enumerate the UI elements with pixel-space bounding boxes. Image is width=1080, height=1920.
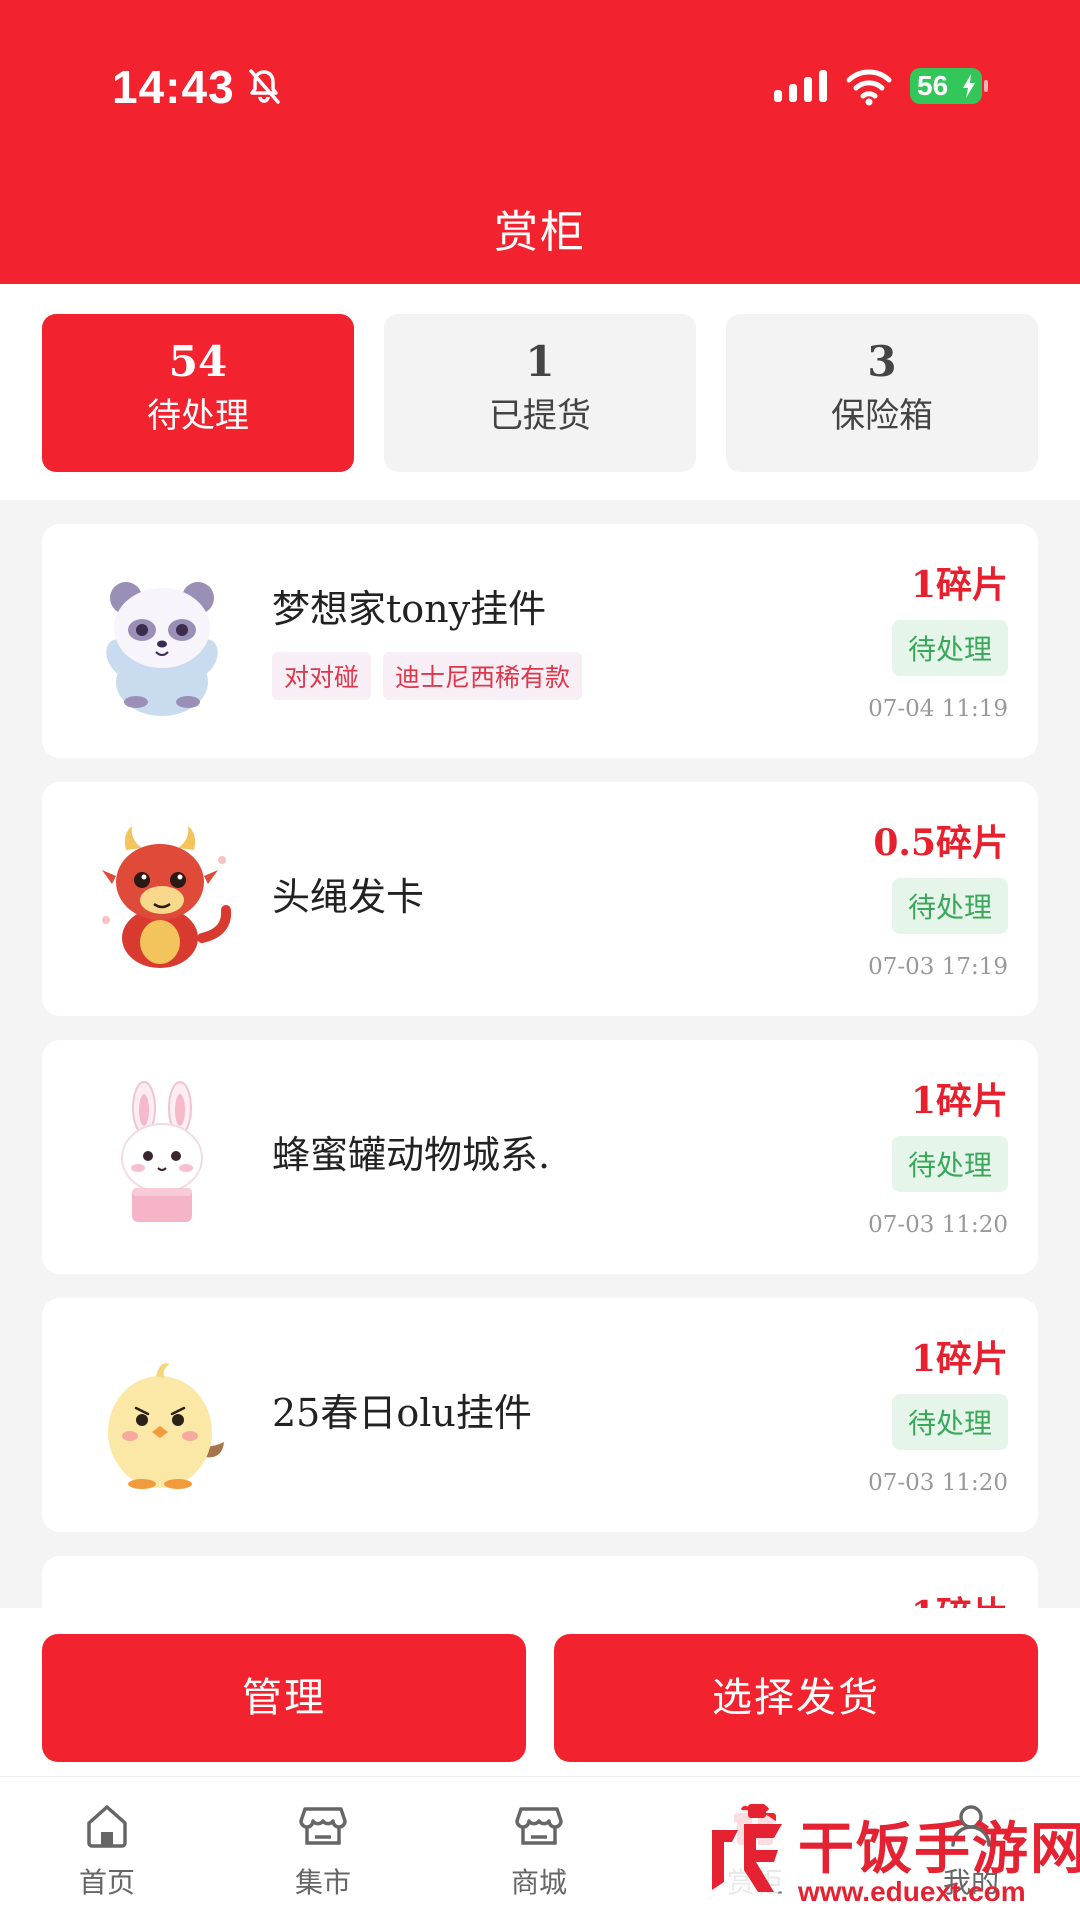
item-name: 梦想家tony挂件: [272, 587, 547, 631]
status-badge: 待处理: [891, 620, 1008, 676]
status-badge: 待处理: [891, 878, 1008, 934]
tab-safe-box[interactable]: 3 保险箱: [726, 314, 1038, 472]
nav-label: 商城: [510, 1866, 567, 1899]
battery-cap: [984, 80, 988, 92]
battery-level: 56: [917, 70, 949, 101]
charging-bolt-icon: [963, 74, 975, 98]
cell-signal-icon: [774, 70, 827, 102]
item-tags: 对对碰 迪士尼西稀有款: [272, 652, 583, 700]
chick-figure-icon: [108, 1363, 224, 1489]
action-bar: 管理 选择发货: [0, 1608, 1080, 1776]
tab-label: 保险箱: [831, 396, 933, 436]
wifi-icon: [846, 69, 892, 106]
nav-item-store[interactable]: 商城: [464, 1799, 614, 1901]
item-name: 蜂蜜罐动物城系.: [272, 1133, 551, 1177]
list-item[interactable]: 头绳发卡 0.5碎片 待处理 07-03 17:19: [42, 782, 1038, 1016]
nav-item-market[interactable]: 集市: [248, 1799, 398, 1901]
watermark-logo-icon: [697, 1804, 793, 1906]
item-price: 1碎片: [910, 1338, 1008, 1380]
partial-item-icon: [82, 1594, 242, 1608]
watermark-title: 干饭手游网: [798, 1817, 1080, 1882]
app-header: 14:43 56 赏柜: [0, 0, 1080, 284]
home-icon: [87, 1805, 127, 1848]
clock-time: 14:43: [112, 61, 235, 113]
tab-picked-up[interactable]: 1 已提货: [384, 314, 696, 472]
item-tag: 迪士尼西稀有款: [383, 652, 583, 700]
item-price: 1碎片: [911, 1586, 1008, 1608]
status-badge: 待处理: [891, 1394, 1008, 1450]
page-title: 赏柜: [494, 207, 586, 258]
tab-count: 1: [525, 337, 555, 386]
manage-button[interactable]: 管理: [42, 1634, 526, 1762]
item-list: 梦想家tony挂件 对对碰 迪士尼西稀有款 1碎片 待处理 07-04 11:1…: [0, 500, 1080, 1608]
list-item[interactable]: 1碎片: [42, 1556, 1038, 1608]
tab-count: 3: [867, 337, 897, 386]
item-price: 1碎片: [910, 564, 1008, 606]
bell-muted-icon: [249, 69, 280, 104]
tab-count: 54: [168, 337, 228, 386]
dragon-figure-icon: [102, 826, 232, 968]
item-date: 07-03 11:20: [868, 1470, 1008, 1496]
list-item[interactable]: 25春日olu挂件 1碎片 待处理 07-03 11:20: [42, 1298, 1038, 1532]
item-date: 07-03 11:20: [868, 1212, 1008, 1238]
tab-pending[interactable]: 54 待处理: [42, 314, 354, 472]
item-tag: 对对碰: [272, 652, 372, 700]
watermark-url: www.eduext.com: [798, 1876, 1026, 1907]
panda-figure-icon: [106, 582, 218, 716]
nav-label: 集市: [294, 1866, 351, 1899]
list-item[interactable]: 蜂蜜罐动物城系. 1碎片 待处理 07-03 11:20: [42, 1040, 1038, 1274]
item-price: 1碎片: [910, 1080, 1008, 1122]
item-date: 07-03 17:19: [868, 954, 1008, 980]
item-price: 0.5碎片: [873, 822, 1008, 864]
list-item[interactable]: 梦想家tony挂件 对对碰 迪士尼西稀有款 1碎片 待处理 07-04 11:1…: [42, 524, 1038, 758]
watermark: 干饭手游网 www.eduext.com: [680, 1796, 1080, 1920]
status-bar: 14:43 56: [0, 0, 1080, 180]
status-badge: 待处理: [891, 1136, 1008, 1192]
tab-label: 已提货: [489, 396, 591, 436]
tab-bar: 54 待处理 1 已提货 3 保险箱: [0, 284, 1080, 500]
nav-item-home[interactable]: 首页: [32, 1799, 182, 1901]
store-icon: [515, 1807, 563, 1845]
tab-label: 待处理: [147, 396, 249, 436]
nav-label: 首页: [78, 1866, 135, 1899]
bunny-figure-icon: [121, 1081, 203, 1222]
battery-indicator: 56: [910, 68, 982, 104]
item-date: 07-04 11:19: [868, 696, 1008, 722]
market-icon: [299, 1807, 347, 1845]
item-name: 头绳发卡: [272, 875, 425, 919]
select-ship-button[interactable]: 选择发货: [554, 1634, 1038, 1762]
item-name: 25春日olu挂件: [272, 1391, 532, 1435]
